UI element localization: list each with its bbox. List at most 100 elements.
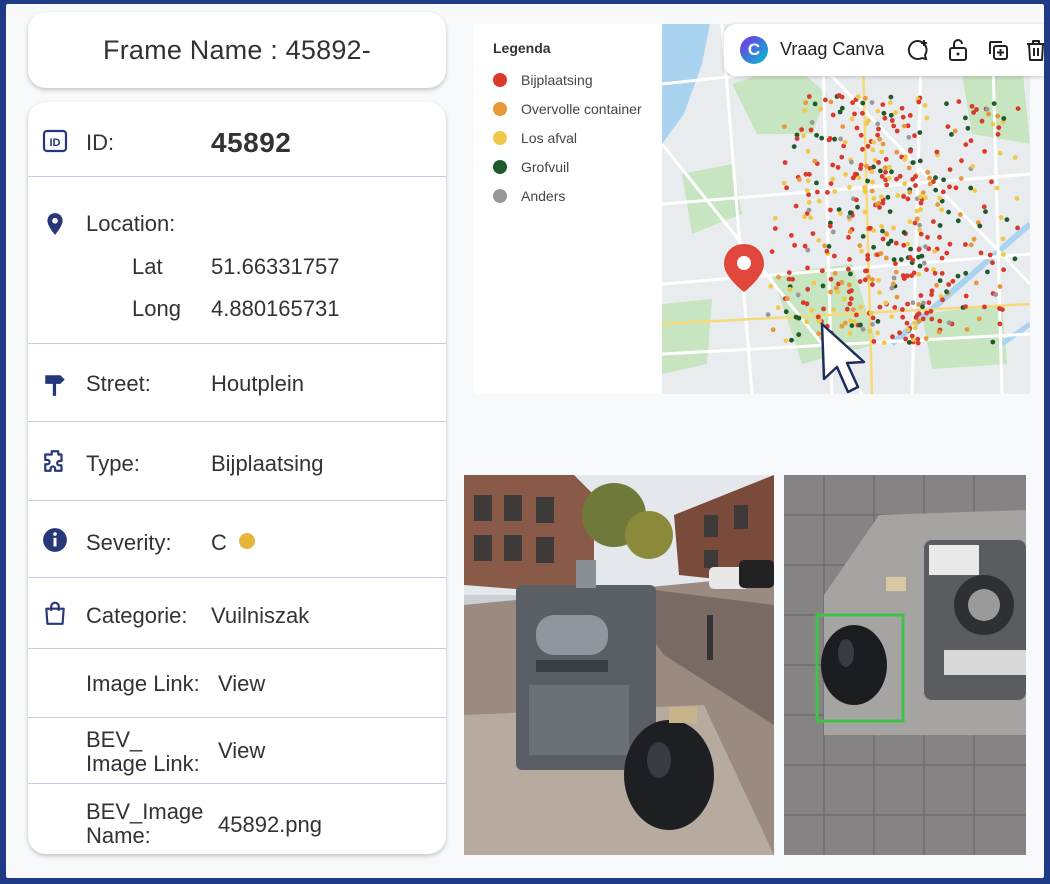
report-dot [899,105,905,111]
city-map[interactable] [662,24,1030,394]
report-dot [862,185,867,191]
report-dot [793,314,799,320]
report-dot [806,192,811,198]
report-dot [809,120,815,125]
info-icon [42,527,68,553]
report-dot [836,93,842,98]
duplicate-icon[interactable] [986,38,1010,62]
report-dot [876,126,881,132]
report-dot [887,209,893,215]
report-dot [814,180,819,186]
report-dot [981,204,987,210]
report-dot [847,282,852,288]
report-dot [816,198,822,204]
report-dot [882,165,888,171]
report-dot [830,162,836,168]
report-dot [891,225,896,231]
legend-label: Overvolle container [521,101,642,117]
trash-icon[interactable] [1024,38,1044,62]
categorie-value: Vuilniszak [211,603,310,628]
report-dot [1001,252,1006,257]
report-dot [963,115,968,121]
report-dot [912,133,917,139]
report-dot [920,190,926,196]
report-dot [888,112,894,118]
report-dot [806,94,812,99]
report-dot [881,110,887,116]
report-dot [893,269,899,275]
report-dot [838,136,843,142]
report-dot [847,184,852,190]
report-dot [939,255,945,261]
report-dot [869,188,875,194]
image-link-view[interactable]: View [218,671,265,697]
report-dot [898,257,904,262]
report-dot [1004,217,1010,223]
report-dot [822,243,827,249]
report-dot [865,178,870,184]
canva-logo-icon[interactable]: C [740,36,768,64]
report-dot [900,314,906,320]
report-dot [963,142,969,147]
id-row: ID ID: 45892 [28,102,446,177]
report-dot [912,220,918,226]
report-dot [916,99,922,105]
report-dot [903,336,908,342]
report-dot [816,331,822,336]
report-dot [985,269,990,275]
report-dot [894,176,899,182]
report-dot [997,150,1003,156]
report-dot [905,301,910,307]
report-dot [832,270,838,276]
legend-label: Anders [521,188,566,204]
report-dot [923,195,928,201]
report-dot [995,131,1001,137]
report-dot [893,110,898,115]
report-dot [838,211,843,216]
report-dot [910,300,916,306]
report-dot [803,100,809,106]
bev-image-link-view[interactable]: View [218,738,265,764]
report-dot [841,296,847,302]
report-dot [877,290,882,295]
report-dot [918,207,923,212]
report-dot [871,339,877,344]
report-dot [815,314,821,320]
report-dot [927,181,933,187]
report-dot [871,244,876,250]
report-dot [1014,196,1020,201]
report-dot [855,94,861,100]
report-dot [955,218,961,224]
report-dot [772,215,778,221]
report-dot [787,286,793,292]
report-dot [789,337,794,343]
report-dot [884,231,889,237]
report-dot [904,273,910,279]
ask-canva-button[interactable]: Vraag Canva [780,39,884,60]
report-dot [862,277,868,283]
report-dot [839,154,845,160]
report-dot [875,132,880,138]
severity-label: Severity: [86,530,172,555]
report-dot [847,330,853,336]
report-dot [835,165,841,170]
report-dot [907,189,913,195]
report-dot [828,181,834,187]
report-dot [931,219,936,225]
add-comment-icon[interactable] [906,38,930,62]
report-dot [958,212,963,217]
report-dot [776,274,781,280]
report-dot [847,229,853,235]
report-dot [847,257,852,262]
report-dot [937,318,943,324]
unlock-icon[interactable] [946,38,970,62]
legend-label: Grofvuil [521,159,570,175]
report-dot [963,242,968,247]
report-dot [769,249,775,255]
id-label: ID: [86,130,115,155]
report-dot [905,196,911,202]
report-dot [809,307,815,313]
report-dot [934,282,939,288]
report-dot [901,194,906,199]
report-dot [860,110,865,116]
